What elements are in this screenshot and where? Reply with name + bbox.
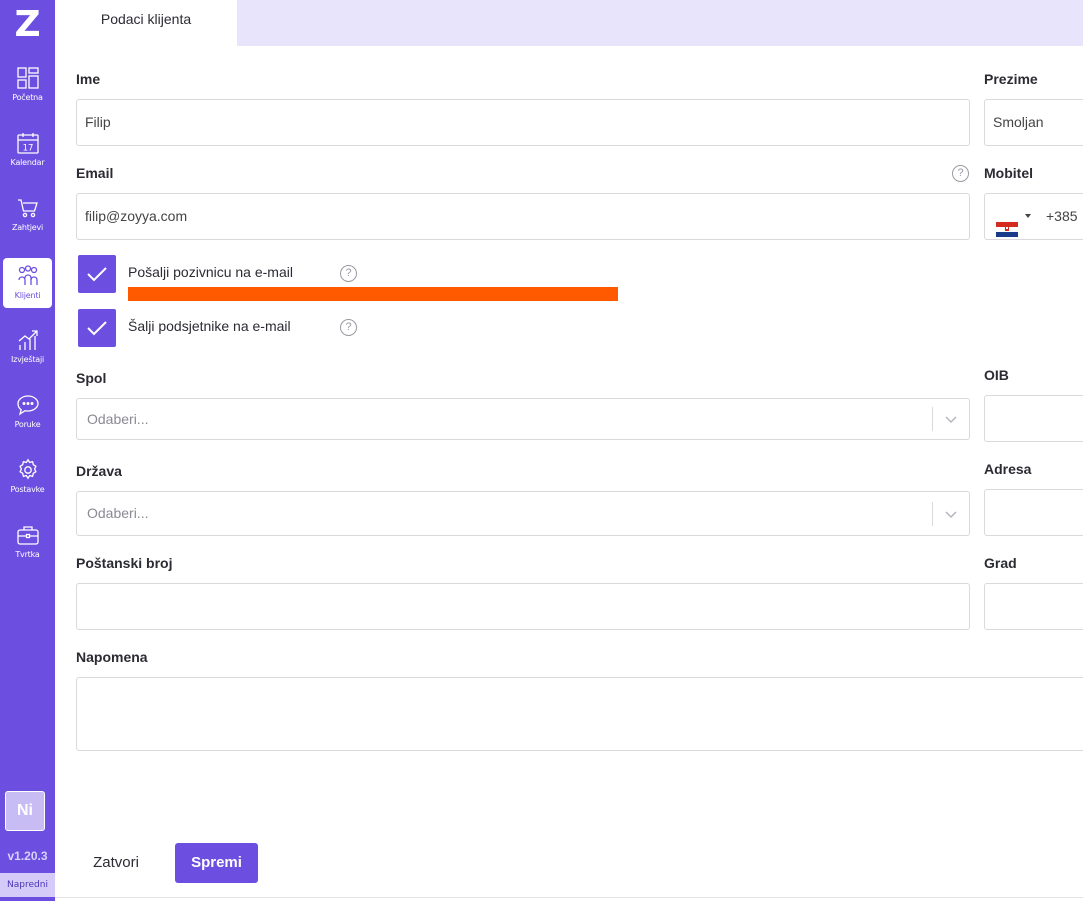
gender-select[interactable]: Odaberi... — [76, 398, 970, 440]
sidebar-item-label: Poruke — [14, 420, 41, 429]
chat-icon — [16, 395, 39, 416]
calendar-icon: 17 — [16, 133, 39, 154]
sidebar-item-label: Kalendar — [10, 158, 45, 167]
country-label: Država — [76, 463, 122, 479]
chevron-down-icon[interactable] — [943, 411, 959, 427]
clients-icon — [17, 265, 38, 285]
app-logo[interactable]: Z — [0, 7, 55, 43]
first-name-field[interactable]: Filip — [76, 99, 970, 146]
plan-badge: Napredni — [0, 873, 55, 897]
send-reminders-help-icon[interactable]: ? — [340, 319, 357, 336]
gender-placeholder: Odaberi... — [87, 411, 149, 427]
send-invite-checkbox[interactable] — [78, 255, 116, 293]
oib-field[interactable] — [984, 395, 1083, 442]
close-button[interactable]: Zatvori — [76, 843, 156, 883]
briefcase-icon — [16, 526, 39, 545]
chevron-down-icon[interactable] — [943, 506, 959, 522]
phone-prefix: +385 — [1046, 208, 1078, 224]
gear-icon — [18, 458, 37, 480]
send-invite-label: Pošalji pozivnicu na e-mail — [128, 264, 293, 280]
country-placeholder: Odaberi... — [87, 505, 149, 521]
sidebar-item-kalendar[interactable]: 17 Kalendar — [3, 125, 52, 175]
sidebar-item-postavke[interactable]: Postavke — [3, 452, 52, 502]
select-divider — [932, 502, 933, 526]
email-label: Email — [76, 165, 114, 181]
note-label: Napomena — [76, 649, 148, 665]
sidebar-item-label: Klijenti — [14, 291, 41, 300]
sidebar-item-label: Tvrtka — [15, 550, 40, 559]
checkmark-icon — [87, 267, 107, 282]
reports-icon — [18, 330, 38, 350]
city-label: Grad — [984, 555, 1017, 571]
city-field[interactable] — [984, 583, 1083, 630]
address-label: Adresa — [984, 461, 1032, 477]
croatia-flag-icon — [996, 222, 1018, 237]
sidebar-item-zahtjevi[interactable]: Zahtjevi — [3, 190, 52, 240]
gender-label: Spol — [76, 370, 107, 386]
email-field[interactable]: filip@zoyya.com — [76, 193, 970, 240]
svg-text:17: 17 — [22, 144, 33, 154]
dashboard-icon — [16, 67, 39, 89]
tab-bar: Podaci klijenta — [55, 0, 1083, 46]
send-invite-help-icon[interactable]: ? — [340, 265, 357, 282]
sidebar-item-klijenti[interactable]: Klijenti — [3, 258, 52, 308]
footer-divider — [55, 897, 1083, 898]
cart-icon — [17, 199, 38, 218]
send-reminders-checkbox[interactable] — [78, 309, 116, 347]
send-reminders-label: Šalji podsjetnike na e-mail — [128, 318, 291, 334]
sidebar-item-pocetna[interactable]: Početna — [3, 60, 52, 110]
email-help-icon[interactable]: ? — [952, 165, 969, 182]
mobile-field[interactable]: +385 — [984, 193, 1083, 240]
postal-code-field[interactable] — [76, 583, 970, 630]
select-divider — [932, 407, 933, 431]
address-field[interactable] — [984, 489, 1083, 536]
first-name-label: Ime — [76, 71, 101, 87]
country-flag-selector[interactable] — [996, 210, 1018, 237]
redaction-bar — [128, 287, 618, 301]
country-select[interactable]: Odaberi... — [76, 491, 970, 536]
app-version: v1.20.3 — [7, 849, 48, 863]
sidebar-item-label: Izvještaji — [10, 355, 45, 364]
oib-label: OIB — [984, 367, 1009, 383]
sidebar-item-label: Početna — [12, 93, 43, 102]
sidebar-item-tvrtka[interactable]: Tvrtka — [3, 517, 52, 567]
checkmark-icon — [87, 321, 107, 336]
last-name-field[interactable]: Smoljan — [984, 99, 1083, 146]
last-name-label: Prezime — [984, 71, 1038, 87]
mobile-label: Mobitel — [984, 165, 1033, 181]
sidebar: Z Početna 17 Kalendar Zahtjevi Klijenti … — [0, 0, 55, 901]
tab-podaci-klijenta[interactable]: Podaci klijenta — [55, 0, 237, 46]
save-button[interactable]: Spremi — [175, 843, 258, 883]
sidebar-item-poruke[interactable]: Poruke — [3, 387, 52, 437]
avatar[interactable]: Ni — [5, 791, 45, 831]
note-textarea[interactable] — [76, 677, 1083, 751]
caret-down-icon[interactable] — [1025, 214, 1031, 218]
sidebar-item-label: Zahtjevi — [11, 223, 44, 232]
sidebar-item-label: Postavke — [10, 485, 45, 494]
postal-code-label: Poštanski broj — [76, 555, 173, 571]
sidebar-item-izvjestaji[interactable]: Izvještaji — [3, 322, 52, 372]
